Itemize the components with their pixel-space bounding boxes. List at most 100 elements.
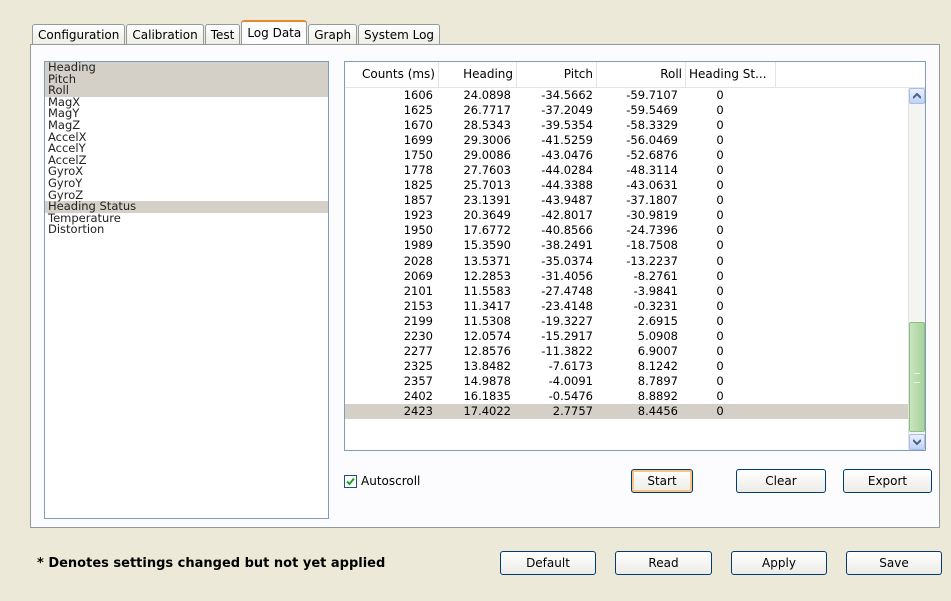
channel-item[interactable]: AccelY: [45, 143, 328, 155]
vertical-scrollbar[interactable]: [908, 88, 925, 450]
table-row[interactable]: 2423 17.4022 2.7757 8.4456 0: [345, 403, 911, 420]
cell-pitch: -40.8566: [541, 223, 593, 238]
cell-heading: 16.1835: [463, 388, 511, 403]
autoscroll-option[interactable]: Autoscroll: [344, 474, 420, 488]
table-row[interactable]: 2277 12.8576 -11.3822 6.9007 0: [345, 344, 911, 359]
clear-button[interactable]: Clear: [736, 469, 826, 493]
export-button[interactable]: Export: [843, 469, 932, 493]
column-header-counts[interactable]: Counts (ms): [345, 62, 439, 87]
cell-roll: -56.0469: [626, 133, 678, 148]
log-data-panel: Heading Pitch Roll MagX MagY MagZ AccelX AccelY…: [30, 44, 940, 528]
channel-item[interactable]: MagY: [45, 108, 328, 120]
cell-pitch: -38.2491: [541, 238, 593, 253]
tab-graph[interactable]: Graph: [308, 24, 358, 44]
scroll-down-button[interactable]: [909, 434, 925, 450]
tab-label: Graph: [314, 28, 352, 42]
channel-item[interactable]: GyroX: [45, 166, 328, 178]
table-row[interactable]: 1670 28.5343 -39.5354 -58.3329 0: [345, 118, 911, 133]
cell-heading-status: 0: [716, 163, 724, 178]
grid-body: 1606 24.0898 -34.5662 -59.7107 0 1625 26.7717 -…: [345, 88, 911, 420]
cell-heading: 28.5343: [463, 118, 511, 133]
cell-counts: 1923: [403, 208, 433, 223]
table-row[interactable]: 2230 12.0574 -15.2917 5.0908 0: [345, 329, 911, 344]
cell-roll: 8.7897: [637, 373, 678, 388]
cell-heading: 12.2853: [463, 268, 511, 283]
default-button[interactable]: Default: [500, 551, 596, 575]
channel-item[interactable]: Distortion: [45, 224, 328, 236]
table-row[interactable]: 2357 14.9878 -4.0091 8.7897 0: [345, 374, 911, 389]
tab-log-data[interactable]: Log Data: [241, 20, 308, 44]
cell-pitch: -44.3388: [541, 178, 593, 193]
table-row[interactable]: 2402 16.1835 -0.5476 8.8892 0: [345, 389, 911, 404]
start-button[interactable]: Start: [631, 469, 693, 493]
cell-heading-status: 0: [716, 208, 724, 223]
cell-roll: 2.6915: [637, 313, 678, 328]
channel-item[interactable]: Roll: [45, 85, 328, 97]
table-row[interactable]: 1989 15.3590 -38.2491 -18.7508 0: [345, 238, 911, 253]
cell-pitch: -11.3822: [541, 343, 593, 358]
tab-test[interactable]: Test: [204, 24, 241, 44]
cell-pitch: -34.5662: [541, 88, 593, 102]
channel-item[interactable]: MagZ: [45, 119, 328, 132]
column-header-roll[interactable]: Roll: [597, 62, 686, 87]
table-row[interactable]: 2028 13.5371 -35.0374 -13.2237 0: [345, 254, 911, 269]
column-header-heading[interactable]: Heading: [439, 62, 517, 87]
table-row[interactable]: 1625 26.7717 -37.2049 -59.5469 0: [345, 103, 911, 118]
channel-item[interactable]: AccelX: [45, 131, 328, 144]
cell-counts: 2277: [403, 343, 433, 358]
table-row[interactable]: 1699 29.3006 -41.5259 -56.0469 0: [345, 133, 911, 148]
channel-list[interactable]: Heading Pitch Roll MagX MagY MagZ AccelX AccelY…: [44, 61, 329, 519]
table-row[interactable]: 2069 12.2853 -31.4056 -8.2761 0: [345, 269, 911, 284]
cell-heading: 26.7717: [463, 103, 511, 118]
channel-item[interactable]: Pitch: [45, 73, 328, 86]
cell-pitch: -0.5476: [548, 388, 593, 403]
tab-configuration[interactable]: Configuration: [32, 24, 126, 44]
grip-icon: [914, 373, 920, 383]
cell-heading-status: 0: [716, 388, 724, 403]
cell-heading-status: 0: [716, 298, 724, 313]
table-row[interactable]: 2101 11.5583 -27.4748 -3.9841 0: [345, 284, 911, 299]
table-row[interactable]: 2199 11.5308 -19.3227 2.6915 0: [345, 314, 911, 329]
cell-heading: 11.3417: [463, 298, 511, 313]
table-row[interactable]: 1778 27.7603 -44.0284 -48.3114 0: [345, 163, 911, 178]
cell-heading-status: 0: [716, 103, 724, 118]
tab-system-log[interactable]: System Log: [358, 24, 441, 44]
column-header-heading-status[interactable]: Heading St...: [686, 62, 776, 87]
cell-roll: -3.9841: [633, 283, 678, 298]
cell-roll: -37.1807: [626, 193, 678, 208]
table-row[interactable]: 1825 25.7013 -44.3388 -43.0631 0: [345, 178, 911, 193]
autoscroll-label: Autoscroll: [361, 474, 421, 488]
log-data-grid[interactable]: Counts (ms) Heading Pitch Roll Heading S…: [344, 61, 926, 451]
cell-roll: -59.5469: [626, 103, 678, 118]
cell-heading-status: 0: [716, 373, 724, 388]
channel-item[interactable]: MagX: [45, 96, 328, 109]
table-row[interactable]: 2325 13.8482 -7.6173 8.1242 0: [345, 359, 911, 374]
save-button[interactable]: Save: [846, 551, 942, 575]
scroll-up-button[interactable]: [909, 88, 925, 104]
cell-heading: 11.5308: [463, 313, 511, 328]
read-button[interactable]: Read: [615, 551, 712, 575]
cell-roll: -30.9819: [626, 208, 678, 223]
cell-heading-status: 0: [716, 223, 724, 238]
cell-heading: 13.5371: [463, 253, 511, 268]
tab-label: Configuration: [38, 28, 120, 42]
checkmark-icon: [346, 477, 355, 485]
table-row[interactable]: 1857 23.1391 -43.9487 -37.1807 0: [345, 193, 911, 208]
table-row[interactable]: 1750 29.0086 -43.0476 -52.6876 0: [345, 148, 911, 163]
autoscroll-checkbox[interactable]: [344, 474, 357, 488]
apply-button[interactable]: Apply: [731, 551, 827, 575]
channel-item[interactable]: AccelZ: [45, 154, 328, 167]
table-row[interactable]: 1923 20.3649 -42.8017 -30.9819 0: [345, 208, 911, 223]
channel-item[interactable]: GyroY: [45, 177, 328, 190]
column-header-pitch[interactable]: Pitch: [517, 62, 597, 87]
table-row[interactable]: 1606 24.0898 -34.5662 -59.7107 0: [345, 88, 911, 103]
cell-counts: 1750: [403, 148, 433, 163]
scroll-thumb[interactable]: [909, 322, 925, 432]
channel-item[interactable]: Heading: [45, 62, 328, 74]
table-row[interactable]: 1950 17.6772 -40.8566 -24.7396 0: [345, 223, 911, 238]
cell-counts: 1857: [403, 193, 433, 208]
table-row[interactable]: 2153 11.3417 -23.4148 -0.3231 0: [345, 299, 911, 314]
cell-pitch: -35.0374: [541, 253, 593, 268]
tab-calibration[interactable]: Calibration: [126, 24, 204, 44]
cell-pitch: 2.7757: [552, 403, 593, 418]
